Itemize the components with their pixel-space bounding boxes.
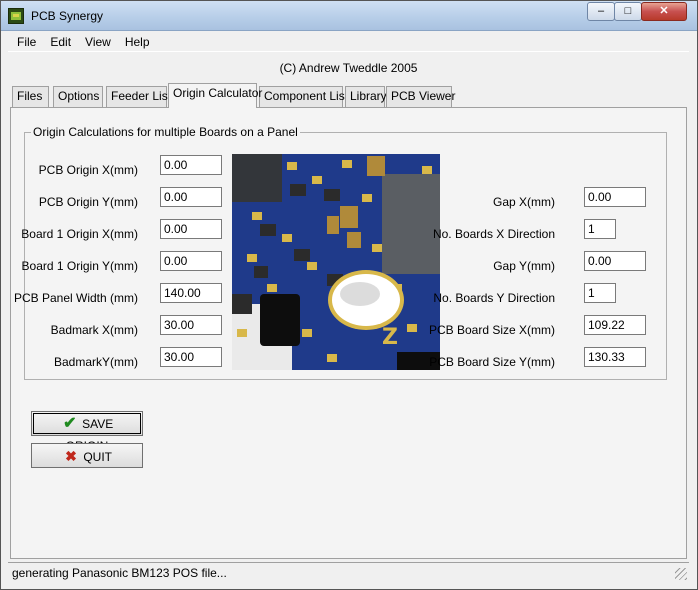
badmark-y-label: BadmarkY(mm) [53, 355, 138, 369]
group-title: Origin Calculations for multiple Boards … [31, 125, 300, 139]
menu-bar: File Edit View Help [9, 32, 689, 52]
board1-origin-x-input[interactable] [160, 219, 222, 239]
tab-library[interactable]: Library [345, 86, 387, 107]
board-size-y-input[interactable] [584, 347, 646, 367]
board-size-x-input[interactable] [584, 315, 646, 335]
quit-button[interactable]: ✖ QUIT [31, 443, 143, 468]
menu-file[interactable]: File [9, 32, 42, 50]
tab-feeder-list[interactable]: Feeder List [106, 86, 171, 107]
cross-icon: ✖ [65, 448, 77, 464]
checkmark-icon: ✔ [63, 415, 77, 432]
boards-y-direction-label: No. Boards Y Direction [433, 291, 555, 305]
pcb-silkscreen-text: Z [382, 325, 398, 350]
tab-pcb-viewer[interactable]: PCB Viewer [386, 86, 455, 107]
maximize-button[interactable]: □ [614, 2, 642, 21]
panel-width-input[interactable] [160, 283, 222, 303]
close-button[interactable]: ✕ [641, 2, 687, 21]
badmark-y-input[interactable] [160, 347, 222, 367]
board-size-x-label: PCB Board Size X(mm) [428, 323, 555, 337]
quit-label: QUIT [83, 450, 112, 464]
badmark-x-input[interactable] [160, 315, 222, 335]
tab-files[interactable]: Files [12, 86, 49, 107]
board1-origin-y-label: Board 1 Origin Y(mm) [21, 259, 138, 273]
menu-edit[interactable]: Edit [42, 32, 77, 50]
window-title: PCB Synergy [31, 9, 104, 23]
title-bar[interactable]: PCB Synergy – □ ✕ [1, 1, 697, 31]
boards-x-direction-input[interactable] [584, 219, 616, 239]
origin-calculator-panel: Origin Calculations for multiple Boards … [10, 107, 687, 559]
resize-grip-icon[interactable] [675, 568, 687, 580]
boards-y-direction-input[interactable] [584, 283, 616, 303]
menu-view[interactable]: View [77, 32, 117, 50]
gap-y-input[interactable] [584, 251, 646, 271]
boards-x-direction-label: No. Boards X Direction [432, 227, 555, 241]
board1-origin-y-input[interactable] [160, 251, 222, 271]
origin-calculations-group: Origin Calculations for multiple Boards … [14, 125, 667, 380]
status-bar: generating Panasonic BM123 POS file... [8, 562, 689, 582]
client-area: (C) Andrew Tweddle 2005 Files Options Fe… [8, 51, 689, 561]
copyright-text: (C) Andrew Tweddle 2005 [279, 61, 418, 75]
tab-component-list[interactable]: Component List [259, 86, 348, 107]
save-origin-button[interactable]: ✔ SAVE ORIGIN [31, 411, 143, 453]
app-icon [8, 8, 24, 24]
badmark-x-label: Badmark X(mm) [50, 323, 138, 337]
pcb-origin-x-label: PCB Origin X(mm) [38, 163, 138, 177]
board-size-y-label: PCB Board Size Y(mm) [429, 355, 555, 369]
tab-options[interactable]: Options [53, 86, 103, 107]
pcb-origin-y-label: PCB Origin Y(mm) [38, 195, 138, 209]
status-text: generating Panasonic BM123 POS file... [12, 566, 227, 580]
minimize-button[interactable]: – [587, 2, 615, 21]
pcb-render-image: Z [232, 154, 440, 370]
tab-origin-calculator[interactable]: Origin Calculator [168, 83, 262, 108]
gap-y-label: Gap Y(mm) [493, 259, 555, 273]
gap-x-label: Gap X(mm) [492, 195, 555, 209]
menu-help[interactable]: Help [117, 32, 156, 50]
board1-origin-x-label: Board 1 Origin X(mm) [21, 227, 138, 241]
pcb-origin-y-input[interactable] [160, 187, 222, 207]
panel-width-label: PCB Panel Width (mm) [13, 291, 138, 305]
pcb-origin-x-input[interactable] [160, 155, 222, 175]
gap-x-input[interactable] [584, 187, 646, 207]
